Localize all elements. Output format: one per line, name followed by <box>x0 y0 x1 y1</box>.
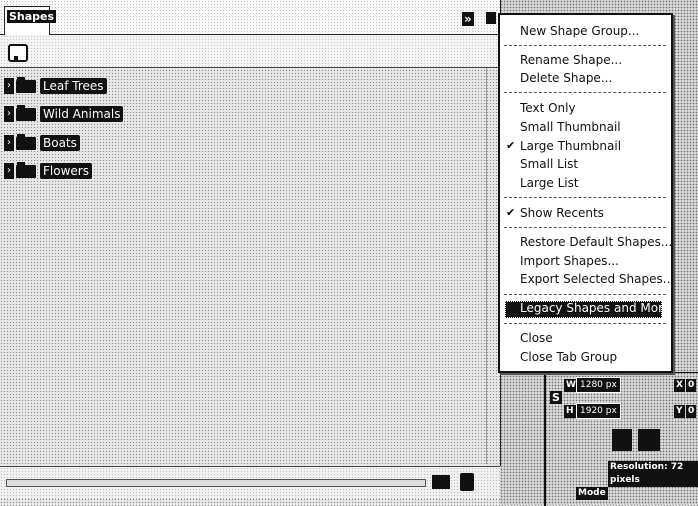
folder-icon <box>16 161 36 178</box>
menu-divider <box>504 45 666 46</box>
y-field[interactable]: 0 <box>686 405 697 418</box>
shape-group-list: › Leaf Trees › Wild Animals › Boats › Fl… <box>0 68 500 464</box>
menu-item-legacy-shapes-and-more[interactable]: Legacy Shapes and More <box>505 301 670 318</box>
height-label: H <box>564 405 576 418</box>
menu-item-small-list[interactable]: Small List <box>520 156 578 172</box>
new-folder-icon[interactable] <box>432 475 450 489</box>
list-item[interactable]: › Boats <box>4 133 80 153</box>
width-field[interactable]: 1280 px <box>576 377 621 393</box>
menu-item-close[interactable]: Close <box>520 330 553 346</box>
menu-divider <box>504 227 666 228</box>
panel-menu-button[interactable] <box>486 12 496 24</box>
menu-item-delete-shape[interactable]: Delete Shape... <box>520 70 612 86</box>
link-icon[interactable]: S <box>550 391 562 404</box>
chevron-right-icon[interactable]: › <box>4 78 14 94</box>
menu-item-new-shape-group[interactable]: New Shape Group... <box>520 23 639 39</box>
menu-divider <box>504 294 666 295</box>
list-item-label: Leaf Trees <box>40 78 107 94</box>
height-field[interactable]: 1920 px <box>576 403 621 419</box>
chevron-right-icon[interactable]: › <box>4 163 14 179</box>
menu-item-large-thumbnail[interactable]: Large Thumbnail <box>520 138 621 154</box>
menu-item-restore-default-shapes[interactable]: Restore Default Shapes... <box>520 234 672 250</box>
mode-label: Mode <box>576 487 608 500</box>
x-label: X <box>674 379 685 392</box>
chevron-right-icon[interactable]: › <box>4 106 14 122</box>
menu-divider <box>504 92 666 93</box>
list-item[interactable]: › Leaf Trees <box>4 76 107 96</box>
menu-divider <box>504 197 666 198</box>
checkmark-icon: ✔ <box>506 206 516 219</box>
menu-divider <box>504 323 666 324</box>
menu-item-rename-shape[interactable]: Rename Shape... <box>520 52 622 68</box>
menu-item-legacy-label: Legacy Shapes and More <box>520 301 671 315</box>
menu-item-export-selected-shapes[interactable]: Export Selected Shapes... <box>520 271 674 287</box>
resolution-text: Resolution: 72 pixels <box>608 461 698 487</box>
panel-toolbar <box>0 35 500 68</box>
folder-icon <box>16 133 36 150</box>
chevron-right-icon[interactable]: › <box>4 135 14 151</box>
trash-icon[interactable] <box>460 473 474 491</box>
properties-section: W 1280 px X 0 S H 1920 px Y 0 Resolution… <box>544 372 698 506</box>
checkmark-icon: ✔ <box>506 139 516 152</box>
panel-tab-bar: Shapes » <box>0 0 500 35</box>
portrait-icon[interactable] <box>612 429 632 451</box>
menu-item-show-recents[interactable]: Show Recents <box>520 205 604 221</box>
menu-item-close-tab-group[interactable]: Close Tab Group <box>520 349 617 365</box>
menu-item-text-only[interactable]: Text Only <box>520 100 576 116</box>
list-item-label: Boats <box>40 135 80 151</box>
tab-shapes-label: Shapes <box>7 10 57 23</box>
panel-bottom-bar <box>0 466 500 499</box>
landscape-icon[interactable] <box>638 429 660 451</box>
list-item[interactable]: › Flowers <box>4 161 92 181</box>
folder-icon <box>16 104 36 121</box>
menu-item-large-list[interactable]: Large List <box>520 175 579 191</box>
list-item-label: Wild Animals <box>40 106 124 122</box>
x-field[interactable]: 0 <box>686 379 697 392</box>
tab-shapes[interactable]: Shapes <box>4 6 57 35</box>
panel-flyout-menu: New Shape Group... Rename Shape... Delet… <box>498 13 674 373</box>
menu-item-small-thumbnail[interactable]: Small Thumbnail <box>520 119 621 135</box>
list-item-label: Flowers <box>40 163 92 179</box>
menu-item-import-shapes[interactable]: Import Shapes... <box>520 253 619 269</box>
collapse-panel-button[interactable]: » <box>462 12 474 26</box>
y-label: Y <box>674 405 685 418</box>
thumbnail-size-slider[interactable] <box>6 479 426 487</box>
folder-icon <box>16 76 36 93</box>
new-shape-icon[interactable] <box>8 44 28 62</box>
list-item[interactable]: › Wild Animals <box>4 104 124 124</box>
shapes-panel: Shapes » › Leaf Trees › Wild Animals › B… <box>0 0 501 499</box>
